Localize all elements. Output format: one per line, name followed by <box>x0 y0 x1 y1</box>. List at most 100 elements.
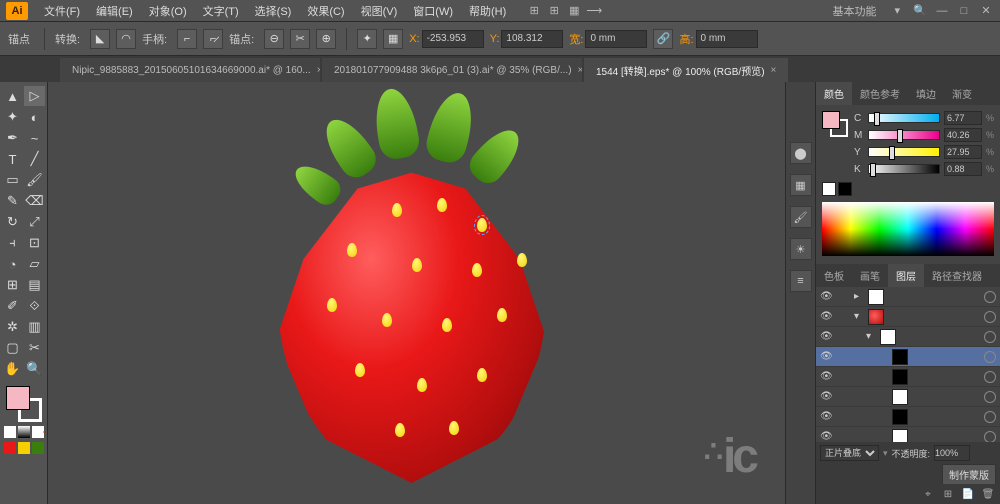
layer-row[interactable]: 👁 <box>816 347 1000 367</box>
slider-track[interactable] <box>868 164 940 174</box>
panel-tab[interactable]: 路径查找器 <box>924 264 990 287</box>
rectangle-tool[interactable]: ▭ <box>2 170 23 190</box>
visibility-icon[interactable]: 👁 <box>820 291 832 302</box>
convert-smooth-icon[interactable]: ◠ <box>116 29 136 49</box>
canvas[interactable]: ic <box>48 82 785 504</box>
scale-tool[interactable]: ⤢ <box>24 212 45 232</box>
selection-tool[interactable]: ▲ <box>2 86 23 106</box>
new-layer-icon[interactable]: 📄 <box>960 486 976 502</box>
shape-builder-tool[interactable]: ◔ <box>2 254 23 274</box>
y-input[interactable] <box>501 30 563 48</box>
line-tool[interactable]: ╱ <box>24 149 45 169</box>
fill-swatch[interactable] <box>6 386 30 410</box>
visibility-icon[interactable]: 👁 <box>820 391 832 402</box>
perspective-tool[interactable]: ▱ <box>24 254 45 274</box>
panel-tab[interactable]: 颜色 <box>816 82 852 105</box>
eraser-tool[interactable]: ⌫ <box>24 191 45 211</box>
magic-wand-tool[interactable]: ✦ <box>2 107 23 127</box>
eyedropper-tool[interactable]: ✐ <box>2 296 23 316</box>
target-icon[interactable] <box>984 311 996 323</box>
layer-row[interactable]: 👁 <box>816 427 1000 442</box>
locate-object-icon[interactable]: ⌖ <box>920 486 936 502</box>
slider-value-input[interactable] <box>944 145 982 159</box>
target-icon[interactable] <box>984 331 996 343</box>
pen-tool[interactable]: ✒ <box>2 128 23 148</box>
layer-row[interactable]: 👁▾ <box>816 327 1000 347</box>
width-tool[interactable]: ⫞ <box>2 233 23 253</box>
dock-brushes-icon[interactable]: 🖌 <box>790 206 812 228</box>
panel-tab[interactable]: 画笔 <box>852 264 888 287</box>
anchor-cut-icon[interactable]: ✂ <box>290 29 310 49</box>
artboard-tool[interactable]: ▢ <box>2 338 23 358</box>
target-icon[interactable] <box>984 371 996 383</box>
twisty-icon[interactable]: ▾ <box>866 331 876 342</box>
x-input[interactable] <box>422 30 484 48</box>
blend-tool[interactable]: ⟐ <box>24 296 45 316</box>
panel-fill-swatch[interactable] <box>822 111 840 129</box>
convert-corner-icon[interactable]: ◣ <box>90 29 110 49</box>
rotate-tool[interactable]: ↻ <box>2 212 23 232</box>
tab-close-icon[interactable]: × <box>317 65 320 76</box>
h-input[interactable] <box>696 30 758 48</box>
menu-文字[interactable]: 文字(T) <box>195 3 247 21</box>
tab-close-icon[interactable]: × <box>578 65 582 76</box>
link-wh-icon[interactable]: 🔗 <box>653 29 673 49</box>
visibility-icon[interactable]: 👁 <box>820 311 832 322</box>
new-sublayer-icon[interactable]: ⊞ <box>940 486 956 502</box>
color-mode-icon[interactable] <box>4 426 16 438</box>
panel-tab[interactable]: 填边 <box>908 82 944 105</box>
selected-seed[interactable] <box>477 218 487 232</box>
isolate-icon[interactable]: ✦ <box>357 29 377 49</box>
menu-窗口[interactable]: 窗口(W) <box>405 3 461 21</box>
graph-tool[interactable]: ▥ <box>24 317 45 337</box>
anchor-remove-icon[interactable]: ⊖ <box>264 29 284 49</box>
symbol-sprayer-tool[interactable]: ✲ <box>2 317 23 337</box>
ref-point-icon[interactable]: ▦ <box>383 29 403 49</box>
strawberry-body[interactable] <box>277 163 547 483</box>
close-icon[interactable]: ✕ <box>978 3 994 19</box>
draw-normal-icon[interactable] <box>4 442 16 454</box>
slider-track[interactable] <box>868 147 940 157</box>
gradient-mode-icon[interactable] <box>18 426 30 438</box>
tab-close-icon[interactable]: × <box>771 65 777 76</box>
slider-value-input[interactable] <box>944 128 982 142</box>
blend-mode-select[interactable]: 正片叠底 <box>820 445 879 461</box>
menu-效果[interactable]: 效果(C) <box>299 3 352 21</box>
dock-symbols-icon[interactable]: ☀ <box>790 238 812 260</box>
curvature-tool[interactable]: ~ <box>24 128 45 148</box>
panel-tab[interactable]: 渐变 <box>944 82 980 105</box>
target-icon[interactable] <box>984 391 996 403</box>
dock-swatches-icon[interactable]: ▦ <box>790 174 812 196</box>
menu-选择[interactable]: 选择(S) <box>247 3 300 21</box>
handles-hide-icon[interactable]: ⌐̷ <box>203 29 223 49</box>
slice-tool[interactable]: ✂ <box>24 338 45 358</box>
search-icon[interactable]: 🔍 <box>912 3 928 19</box>
menu-编辑[interactable]: 编辑(E) <box>88 3 141 21</box>
delete-layer-icon[interactable]: 🗑 <box>980 486 996 502</box>
lasso-tool[interactable]: ◐ <box>24 107 45 127</box>
target-icon[interactable] <box>984 411 996 423</box>
layer-row[interactable]: 👁▾ <box>816 307 1000 327</box>
fill-stroke-swatch[interactable] <box>6 386 42 422</box>
slider-value-input[interactable] <box>944 111 982 125</box>
gradient-tool[interactable]: ▤ <box>24 275 45 295</box>
draw-inside-icon[interactable] <box>32 442 44 454</box>
handles-show-icon[interactable]: ⌐ <box>177 29 197 49</box>
w-input[interactable] <box>585 30 647 48</box>
menu-对象[interactable]: 对象(O) <box>141 3 195 21</box>
none-mode-icon[interactable] <box>32 426 44 438</box>
mesh-tool[interactable]: ⊞ <box>2 275 23 295</box>
twisty-icon[interactable]: ▸ <box>854 291 864 302</box>
pencil-tool[interactable]: ✎ <box>2 191 23 211</box>
black-swatch[interactable] <box>838 182 852 196</box>
menu-帮助[interactable]: 帮助(H) <box>461 3 514 21</box>
workspace-label[interactable]: 基本功能 <box>826 0 882 22</box>
target-icon[interactable] <box>984 431 996 443</box>
white-swatch[interactable] <box>822 182 836 196</box>
anchor-connect-icon[interactable]: ⊕ <box>316 29 336 49</box>
slider-track[interactable] <box>868 130 940 140</box>
visibility-icon[interactable]: 👁 <box>820 431 832 442</box>
target-icon[interactable] <box>984 291 996 303</box>
menu-extra-icon[interactable]: ▦ <box>566 3 582 19</box>
visibility-icon[interactable]: 👁 <box>820 331 832 342</box>
